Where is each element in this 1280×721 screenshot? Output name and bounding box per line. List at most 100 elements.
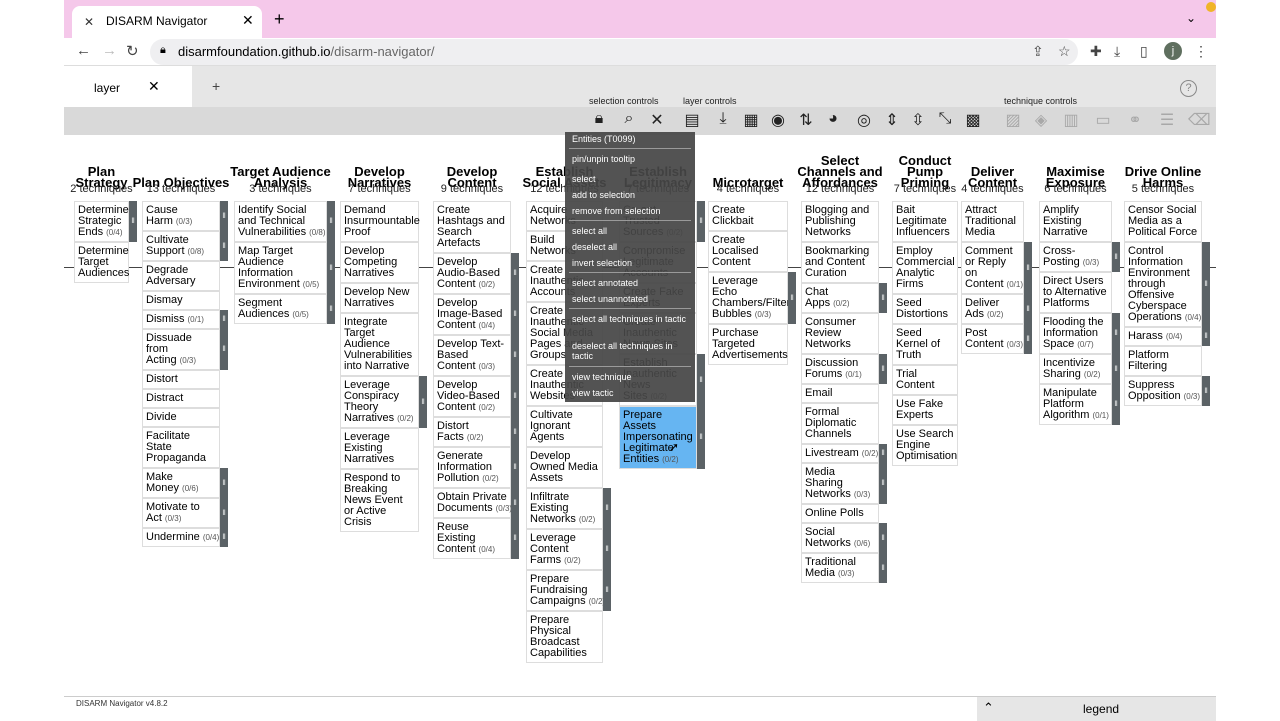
tactic-header[interactable]: Microtarget — [698, 142, 798, 189]
url-input[interactable]: 🔒︎ disarmfoundation.github.io/disarm-nav… — [150, 39, 1078, 65]
technique-cell[interactable]: Use Fake Experts — [892, 395, 958, 425]
technique-cell[interactable]: Obtain Private Documents (0/3) ll — [433, 488, 519, 518]
technique-cell[interactable]: Incentivize Sharing (0/2) ll — [1039, 354, 1120, 384]
expand-subtechniques-handle[interactable]: ll — [1024, 242, 1032, 294]
technique-cell[interactable]: Prepare Assets Impersonating Legitimate … — [619, 406, 705, 469]
layout-icon[interactable]: ▩ — [962, 110, 984, 130]
technique-cell[interactable]: Manipulate Platform Algorithm (0/1) ll — [1039, 384, 1120, 425]
search-icon[interactable]: ⌕ — [618, 110, 640, 128]
expand-subtechniques-handle[interactable]: ll — [879, 553, 887, 583]
technique-cell[interactable]: Censor Social Media as a Political Force — [1124, 201, 1202, 242]
technique-cell[interactable]: Use Search Engine Optimisation — [892, 425, 958, 466]
star-icon[interactable]: ☆ — [1058, 43, 1071, 60]
technique-cell[interactable]: Develop New Narratives — [340, 283, 419, 313]
technique-cell[interactable]: Identify Social and Technical Vulnerabil… — [234, 201, 335, 242]
technique-cell[interactable]: Infiltrate Existing Networks (0/2) ll — [526, 488, 611, 529]
expand-subtechniques-handle[interactable]: ll — [511, 447, 519, 488]
tactic-header[interactable]: Select Channels and Affordances — [791, 142, 889, 189]
layer-tab[interactable]: layer ✕ — [64, 66, 192, 107]
expand-subtechniques-handle[interactable]: ll — [1202, 242, 1210, 327]
expand-subtechniques-handle[interactable]: ll — [879, 463, 887, 504]
expand-subtechniques-handle[interactable]: ll — [1112, 313, 1120, 354]
technique-cell[interactable]: Prepare Fundraising Campaigns (0/2) ll — [526, 570, 611, 611]
technique-cell[interactable]: Blogging and Publishing Networks — [801, 201, 879, 242]
avatar[interactable]: j — [1164, 42, 1182, 60]
technique-cell[interactable]: Bait Legitimate Influencers — [892, 201, 958, 242]
technique-cell[interactable]: Media Sharing Networks (0/3) ll — [801, 463, 887, 504]
expand-subtechniques-handle[interactable]: ll — [879, 283, 887, 313]
technique-cell[interactable]: Leverage Echo Chambers/Filter Bubbles (0/… — [708, 272, 796, 324]
technique-cell[interactable]: Integrate Target Audience Vulnerabilitie… — [340, 313, 419, 376]
collapse-subtechniques-icon[interactable]: ⤡ — [934, 110, 956, 128]
technique-cell[interactable]: Demand Insurmountable Proof — [340, 201, 420, 242]
context-menu-item[interactable]: select annotated — [572, 278, 692, 288]
technique-cell[interactable]: Develop Video-Based Content (0/2) ll — [433, 376, 519, 417]
technique-cell[interactable]: Email — [801, 384, 879, 403]
technique-cell[interactable]: Discussion Forums (0/1) ll — [801, 354, 887, 384]
add-layer-icon[interactable]: + — [212, 78, 220, 94]
expand-subtechniques-handle[interactable]: ll — [511, 518, 519, 559]
expand-subtechniques-handle[interactable]: ll — [1202, 327, 1210, 346]
context-menu-item[interactable]: select all techniques in tactic — [572, 314, 692, 324]
technique-cell[interactable]: Traditional Media (0/3) ll — [801, 553, 887, 583]
technique-cell[interactable]: Trial Content — [892, 365, 958, 395]
tactic-header[interactable]: Develop Narratives — [330, 142, 429, 189]
expand-subtechniques-handle[interactable]: ll — [220, 310, 228, 329]
technique-cell[interactable]: Motivate to Act (0/3) ll — [142, 498, 228, 528]
technique-cell[interactable]: Develop Text-Based Content (0/3) ll — [433, 335, 519, 376]
technique-cell[interactable]: Direct Users to Alternative Platforms — [1039, 272, 1112, 313]
technique-cell[interactable]: Leverage Existing Narratives — [340, 428, 419, 469]
expand-subtechniques-handle[interactable]: ll — [697, 354, 705, 406]
technique-cell[interactable]: Cultivate Ignorant Agents — [526, 406, 603, 447]
close-layer-icon[interactable]: ✕ — [148, 78, 160, 95]
browser-tab[interactable]: ✕ DISARM Navigator ✕ — [72, 6, 262, 38]
technique-cell[interactable]: Comment or Reply on Content (0/1) ll — [961, 242, 1032, 294]
expand-subtechniques-handle[interactable]: ll — [220, 231, 228, 261]
expand-subtechniques-handle[interactable]: ll — [879, 523, 887, 553]
technique-cell[interactable]: Seed Kernel of Truth — [892, 324, 958, 365]
tactic-header[interactable]: Plan Strategy — [64, 142, 139, 189]
context-menu-item[interactable]: invert selection — [572, 258, 692, 268]
expand-subtechniques-handle[interactable]: ll — [327, 242, 335, 294]
technique-cell[interactable]: Livestream (0/2) ll — [801, 444, 887, 463]
expand-subtechniques-handle[interactable]: ll — [603, 529, 611, 570]
context-menu-item[interactable]: remove from selection — [572, 206, 692, 216]
technique-cell[interactable]: Cross-Posting (0/3) ll — [1039, 242, 1120, 272]
technique-cell[interactable]: Online Polls — [801, 504, 879, 523]
context-menu-item[interactable]: select unannotated — [572, 294, 692, 304]
expand-subtechniques-icon[interactable]: ⇳ — [907, 110, 929, 130]
extensions-icon[interactable]: ✚ — [1090, 43, 1102, 60]
side-panel-icon[interactable]: ▯ — [1140, 43, 1148, 60]
expand-subtechniques-handle[interactable]: ll — [697, 201, 705, 242]
expand-subtechniques-handle[interactable]: ll — [1024, 324, 1032, 354]
new-tab-icon[interactable]: + — [274, 9, 285, 30]
technique-cell[interactable]: Undermine (0/4) ll — [142, 528, 228, 547]
expand-subtechniques-handle[interactable]: ll — [1112, 354, 1120, 384]
camera-icon[interactable]: ◉ — [767, 110, 789, 130]
link-icon[interactable]: ⚭ — [1124, 110, 1146, 130]
tactic-header[interactable]: Maximise Exposure — [1029, 142, 1122, 189]
context-menu-item[interactable]: select — [572, 174, 692, 184]
download-icon[interactable]: ⤓ — [1114, 43, 1120, 60]
technique-cell[interactable]: Consumer Review Networks — [801, 313, 879, 354]
share-icon[interactable]: ⇪ — [1032, 43, 1044, 60]
technique-cell[interactable]: Respond to Breaking News Event or Active… — [340, 469, 419, 532]
technique-cell[interactable]: Attract Traditional Media — [961, 201, 1024, 242]
expand-subtechniques-handle[interactable]: ll — [511, 253, 519, 294]
technique-cell[interactable]: Social Networks (0/6) ll — [801, 523, 887, 553]
technique-cell[interactable]: Distract — [142, 389, 220, 408]
expand-subtechniques-handle[interactable]: ll — [1202, 376, 1210, 406]
technique-cell[interactable]: Harass (0/4) ll — [1124, 327, 1210, 346]
technique-cell[interactable]: Facilitate State Propaganda — [142, 427, 220, 468]
technique-cell[interactable]: Platform Filtering — [1124, 346, 1202, 376]
technique-cell[interactable]: Determine Target Audiences — [74, 242, 129, 283]
reload-icon[interactable]: ↻ — [126, 42, 139, 60]
lock-icon[interactable]: 🔒︎ — [160, 44, 166, 57]
expand-subtechniques-handle[interactable]: ll — [511, 417, 519, 447]
metadata-icon[interactable]: ☰ — [1156, 110, 1178, 130]
window-control-icon[interactable] — [1206, 2, 1216, 12]
tab-search-icon[interactable]: ⌄ — [1186, 11, 1196, 25]
technique-cell[interactable]: Segment Audiences (0/5) ll — [234, 294, 335, 324]
visibility-icon[interactable]: ◎ — [853, 110, 875, 130]
browser-tab-close-icon[interactable]: ✕ — [242, 12, 254, 29]
